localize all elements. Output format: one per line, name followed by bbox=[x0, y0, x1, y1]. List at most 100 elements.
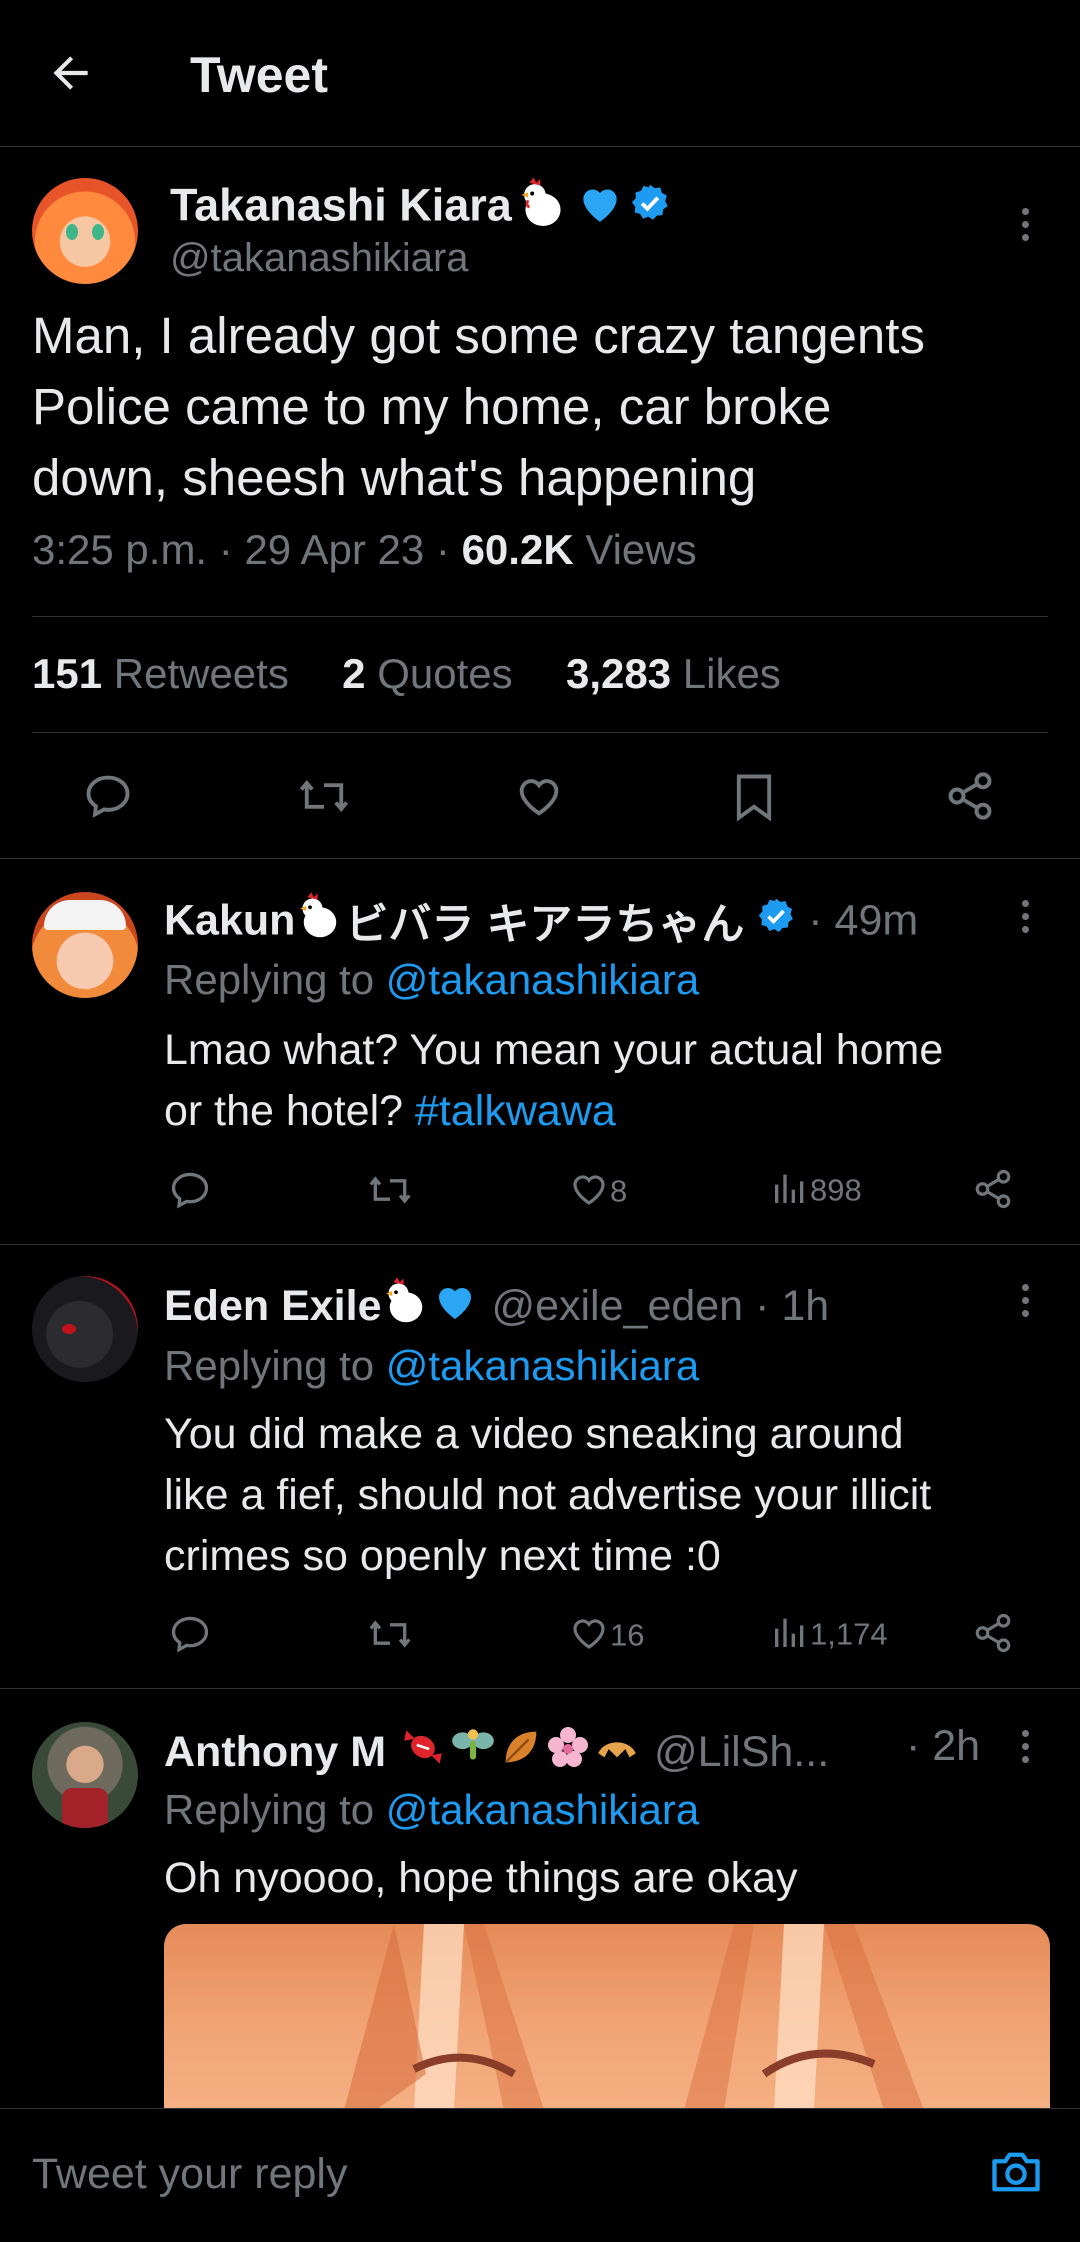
likes-stat[interactable]: 3,283 Likes bbox=[566, 650, 781, 697]
reply-text-line: crimes so openly next time :0 bbox=[164, 1532, 721, 1580]
bookmark-icon[interactable] bbox=[730, 770, 778, 822]
croissant-icon bbox=[592, 1722, 642, 1778]
reply-text-line: Lmao what? You mean your actual home bbox=[164, 1026, 944, 1074]
views-count: 60.2K bbox=[461, 526, 574, 573]
views-chart-icon bbox=[770, 1612, 810, 1657]
views-button[interactable]: 1,174 bbox=[770, 1612, 888, 1656]
camera-icon[interactable] bbox=[988, 2146, 1044, 2198]
like-count: 16 bbox=[610, 1617, 645, 1653]
reply-text-line: Oh nyoooo, hope things are okay bbox=[164, 1854, 798, 1902]
like-count: 8 bbox=[610, 1173, 628, 1209]
replying-to: Replying to @takanashikiara bbox=[164, 956, 699, 1004]
views-button[interactable]: 898 bbox=[770, 1168, 862, 1212]
replying-to-handle[interactable]: @takanashikiara bbox=[386, 1786, 699, 1833]
reply-text: Oh nyoooo, hope things are okay bbox=[164, 1848, 1064, 1909]
reply-time: · 2h bbox=[906, 1722, 981, 1770]
share-icon[interactable] bbox=[972, 1612, 1014, 1654]
reply-avatar[interactable] bbox=[32, 892, 138, 998]
candy-icon bbox=[398, 1722, 448, 1778]
blue-heart-icon bbox=[431, 1277, 479, 1332]
reply-media-image[interactable] bbox=[164, 1924, 1050, 2110]
hashtag-link[interactable]: #talkwawa bbox=[415, 1087, 616, 1135]
tweet-text-line: Man, I already got some crazy tangents bbox=[32, 307, 925, 364]
tweet-meta: 3:25 p.m. · 29 Apr 23 · 60.2K Views bbox=[32, 526, 697, 573]
reply-author-name[interactable]: Kakun bbox=[164, 897, 295, 945]
reply-time: · 1h bbox=[755, 1282, 830, 1330]
reply-author-handle[interactable]: @LilSh... bbox=[654, 1728, 829, 1776]
replying-to-label: Replying to bbox=[164, 1342, 375, 1389]
reply-author-name-suffix[interactable]: ビバラ キアラちゃん bbox=[345, 901, 744, 946]
author-name[interactable]: Takanashi Kiara bbox=[170, 180, 512, 231]
author-name-row: Takanashi Kiara bbox=[170, 176, 671, 233]
retweets-label: Retweets bbox=[113, 650, 289, 697]
reply-header: Anthony M @LilSh... bbox=[164, 1722, 1004, 1778]
reply-author-name[interactable]: Anthony M bbox=[164, 1728, 386, 1776]
verified-badge-icon bbox=[756, 896, 796, 947]
reply-text-line: You did make a video sneaking around bbox=[164, 1410, 904, 1458]
share-icon[interactable] bbox=[944, 770, 996, 822]
replying-to: Replying to @takanashikiara bbox=[164, 1342, 699, 1390]
chicken-icon bbox=[381, 1276, 431, 1332]
more-options-icon[interactable] bbox=[1022, 1284, 1036, 1323]
heart-icon bbox=[568, 1612, 610, 1659]
reply-author-handle[interactable]: @exile_eden bbox=[491, 1282, 743, 1330]
reply-icon[interactable] bbox=[168, 1168, 212, 1212]
retweets-stat[interactable]: 151 Retweets bbox=[32, 650, 289, 697]
chicken-icon bbox=[516, 176, 570, 235]
heart-icon bbox=[568, 1168, 610, 1215]
views-label: Views bbox=[585, 526, 697, 573]
reply-text-line: or the hotel? bbox=[164, 1087, 404, 1135]
quotes-label: Quotes bbox=[377, 650, 513, 697]
reply-avatar[interactable] bbox=[32, 1722, 138, 1828]
divider bbox=[32, 732, 1048, 733]
like-button[interactable]: 8 bbox=[568, 1168, 627, 1212]
replying-to-handle[interactable]: @takanashikiara bbox=[386, 956, 699, 1003]
author-handle[interactable]: @takanashikiara bbox=[170, 236, 469, 281]
views-count: 1,174 bbox=[810, 1616, 888, 1652]
verified-badge-icon bbox=[629, 182, 671, 229]
divider bbox=[32, 616, 1048, 617]
share-icon[interactable] bbox=[972, 1168, 1014, 1210]
blue-heart-icon bbox=[575, 178, 625, 233]
more-options-icon[interactable] bbox=[1022, 1730, 1036, 1769]
views-count: 898 bbox=[810, 1172, 862, 1208]
like-heart-icon[interactable] bbox=[512, 770, 566, 822]
tweet-date: 29 Apr 23 bbox=[244, 526, 425, 573]
tweet-text-line: Police came to my home, car broke bbox=[32, 378, 832, 435]
tweet-text-line: down, sheesh what's happening bbox=[32, 449, 757, 506]
top-bar bbox=[0, 0, 1080, 147]
likes-count: 3,283 bbox=[565, 650, 672, 697]
replying-to-handle[interactable]: @takanashikiara bbox=[386, 1342, 699, 1389]
reply-avatar[interactable] bbox=[32, 1276, 138, 1382]
tweet-time: 3:25 p.m. bbox=[32, 526, 208, 573]
reply-text-line: like a fief, should not advertise your i… bbox=[164, 1471, 932, 1519]
views-chart-icon bbox=[770, 1168, 810, 1213]
tweet-text: Man, I already got some crazy tangents P… bbox=[32, 300, 1052, 513]
fairy-icon bbox=[448, 1722, 498, 1778]
engagement-stats: 151 Retweets 2 Quotes 3,283 Likes bbox=[32, 650, 781, 698]
back-arrow-icon[interactable] bbox=[46, 48, 106, 108]
reply-icon[interactable] bbox=[82, 770, 134, 822]
likes-label: Likes bbox=[682, 650, 781, 697]
retweet-icon[interactable] bbox=[366, 1168, 414, 1212]
quotes-stat[interactable]: 2 Quotes bbox=[342, 650, 512, 697]
more-options-icon[interactable] bbox=[1022, 208, 1036, 247]
reply-text: You did make a video sneaking around lik… bbox=[164, 1404, 1064, 1587]
divider bbox=[0, 1244, 1080, 1245]
reply-header: Kakun ビバラ キアラちゃん · 49m bbox=[164, 890, 1024, 946]
reply-icon[interactable] bbox=[168, 1612, 212, 1656]
retweets-count: 151 bbox=[32, 650, 103, 697]
like-button[interactable]: 16 bbox=[568, 1612, 644, 1656]
retweet-icon[interactable] bbox=[366, 1612, 414, 1656]
author-avatar[interactable] bbox=[32, 178, 138, 284]
reply-author-name[interactable]: Eden Exile bbox=[164, 1282, 381, 1330]
reply-text: Lmao what? You mean your actual home or … bbox=[164, 1020, 1064, 1142]
reply-time: · 49m bbox=[808, 896, 919, 945]
more-options-icon[interactable] bbox=[1022, 900, 1036, 939]
quotes-count: 2 bbox=[342, 650, 366, 697]
replying-to: Replying to @takanashikiara bbox=[164, 1786, 699, 1834]
reply-input[interactable]: Tweet your reply bbox=[32, 2150, 347, 2199]
leaf-icon bbox=[498, 1724, 544, 1778]
chicken-icon bbox=[295, 891, 345, 947]
retweet-icon[interactable] bbox=[296, 770, 352, 822]
